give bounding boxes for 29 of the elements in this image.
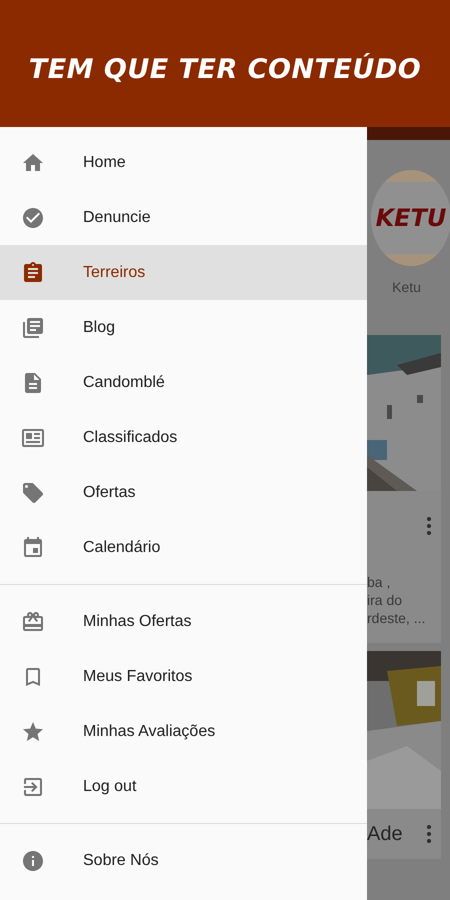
clipboard-icon (21, 260, 45, 284)
post-excerpt: ba , ira do rdeste, ... (367, 573, 426, 628)
menu-item[interactable]: Minhas Avaliações (0, 704, 367, 759)
menu-item[interactable]: Sobre Nós (0, 833, 367, 888)
menu-item[interactable]: Log out (0, 759, 367, 814)
info-icon (21, 848, 45, 872)
more-options-icon[interactable] (427, 517, 431, 535)
menu-item[interactable]: Home (0, 135, 367, 190)
menu-item[interactable]: Denuncie (0, 190, 367, 245)
category-logo[interactable]: KETU (371, 170, 450, 266)
more-options-icon[interactable] (427, 825, 431, 843)
gift-icon (21, 610, 45, 634)
menu-item[interactable]: Classificados (0, 410, 367, 465)
logo-text: KETU (376, 204, 446, 232)
post-card[interactable]: Ade (367, 651, 441, 859)
menu-item[interactable]: Minhas Ofertas (0, 594, 367, 649)
menu-item[interactable]: Ofertas (0, 465, 367, 520)
calendar-icon (21, 536, 45, 560)
post-title: Ade (367, 822, 403, 846)
star-icon (21, 720, 45, 744)
menu-item[interactable]: Terreiros (0, 245, 367, 300)
tag-icon (21, 480, 45, 504)
menu-item[interactable]: Candomblé (0, 355, 367, 410)
menu-item[interactable]: Blog (0, 300, 367, 355)
menu-item[interactable]: Meus Favoritos (0, 649, 367, 704)
menu-item[interactable]: Calendário (0, 520, 367, 575)
category-label: Ketu (391, 279, 422, 295)
stacked-pages-icon (21, 316, 45, 340)
app-title: TEM QUE TER CONTEÚDO (28, 54, 422, 85)
